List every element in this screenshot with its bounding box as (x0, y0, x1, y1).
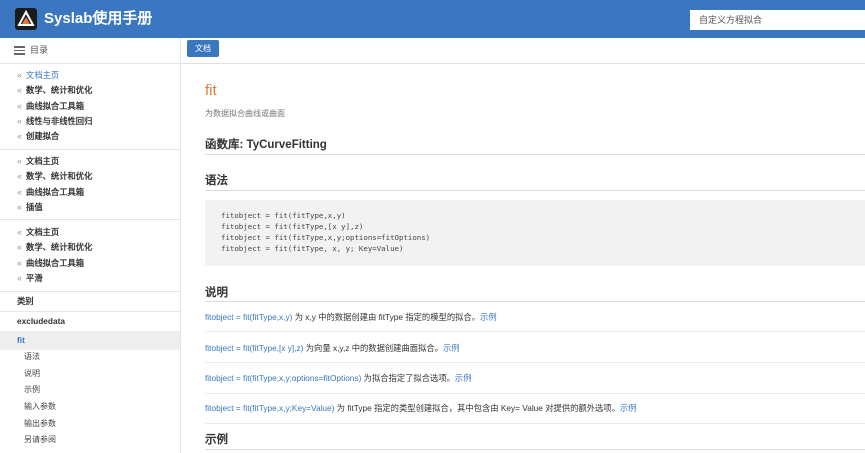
divider (205, 362, 865, 363)
double-chevron-left-icon: « (17, 272, 23, 283)
sidebar-subitem-syntax[interactable]: 语法 (24, 351, 40, 363)
breadcrumb-item[interactable]: «曲线拟合工具箱 (0, 185, 180, 200)
divider (0, 219, 180, 220)
sidebar-subitem-description[interactable]: 说明 (24, 368, 40, 380)
divider (205, 301, 865, 302)
breadcrumb-group-1: «文档主页 «数学、统计和优化 «曲线拟合工具箱 «线性与非线性回归 «创建拟合 (0, 68, 180, 144)
description-row: fitobject = fit(fitType,x,y;Key=Value) 为… (205, 402, 637, 414)
breadcrumb-item[interactable]: «曲线拟合工具箱 (0, 256, 180, 271)
example-link[interactable]: 示例 (455, 373, 472, 383)
double-chevron-left-icon: « (17, 85, 23, 96)
divider (205, 393, 865, 394)
syslab-logo-icon[interactable] (15, 8, 37, 30)
example-link[interactable]: 示例 (480, 312, 497, 322)
sidebar-item-category[interactable]: 类别 (0, 292, 180, 311)
toc-toggle[interactable]: 目录 (14, 44, 48, 57)
tab-docs[interactable]: 文档 (187, 40, 219, 57)
breadcrumb-item[interactable]: «数学、统计和优化 (0, 169, 180, 184)
page-title: fit (205, 82, 217, 99)
breadcrumb-item[interactable]: «数学、统计和优化 (0, 240, 180, 255)
code-line: fitobject = fit(fitType,[x y],z) (221, 222, 364, 231)
double-chevron-left-icon: « (17, 100, 23, 111)
divider (205, 331, 865, 332)
double-chevron-left-icon: « (17, 115, 23, 126)
divider (205, 423, 865, 424)
divider (0, 149, 180, 150)
syntax-code-block: fitobject = fit(fitType,x,y) fitobject =… (205, 200, 865, 266)
sidebar-subitem-examples[interactable]: 示例 (24, 384, 40, 396)
description-row: fitobject = fit(fitType,[x y],z) 为向量 x,y… (205, 342, 460, 354)
sidebar: 目录 «文档主页 «数学、统计和优化 «曲线拟合工具箱 «线性与非线性回归 «创… (0, 38, 181, 453)
main-content: 文档 fit 为数据拟合曲线或曲面 函数库: TyCurveFitting 语法… (181, 38, 865, 453)
breadcrumb-item[interactable]: «数学、统计和优化 (0, 83, 180, 98)
app-title[interactable]: Syslab使用手册 (44, 8, 152, 30)
breadcrumb-item[interactable]: «文档主页 (0, 154, 180, 169)
divider (205, 190, 865, 191)
double-chevron-left-icon: « (17, 201, 23, 212)
code-line: fitobject = fit(fitType,x,y;options=fitO… (221, 233, 431, 242)
breadcrumb-item[interactable]: «文档主页 (0, 225, 180, 240)
double-chevron-left-icon: « (17, 131, 23, 142)
double-chevron-left-icon: « (17, 227, 23, 237)
sidebar-item-excludedata[interactable]: excludedata (0, 312, 180, 331)
double-chevron-left-icon: « (17, 242, 23, 253)
double-chevron-left-icon: « (17, 257, 23, 268)
top-bar: Syslab使用手册 (0, 0, 865, 38)
syntax-link[interactable]: fitobject = fit(fitType,x,y;options=fitO… (205, 373, 361, 383)
description-row: fitobject = fit(fitType,x,y;options=fitO… (205, 372, 472, 384)
code-line: fitobject = fit(fitType, x, y; Key=Value… (221, 244, 404, 253)
syntax-link[interactable]: fitobject = fit(fitType,x,y;Key=Value) (205, 403, 334, 413)
page-subtitle: 为数据拟合曲线或曲面 (205, 109, 285, 118)
sidebar-item-fit[interactable]: fit (0, 331, 180, 350)
breadcrumb-group-2: «文档主页 «数学、统计和优化 «曲线拟合工具箱 «插值 (0, 154, 180, 215)
description-row: fitobject = fit(fitType,x,y) 为 x,y 中的数据创… (205, 311, 497, 323)
sidebar-subitem-see-also[interactable]: 另请参阅 (24, 434, 56, 446)
double-chevron-left-icon: « (17, 70, 23, 80)
description-text: 为向量 x,y,z 中的数据创建曲面拟合。 (303, 343, 443, 353)
syntax-heading: 语法 (205, 175, 228, 187)
description-text: 为 fitType 指定的类型创建拟合，其中包含由 Key= Value 对提供… (334, 403, 620, 413)
breadcrumb-item[interactable]: «平滑 (0, 271, 180, 286)
toc-label: 目录 (30, 45, 49, 55)
breadcrumb-item[interactable]: «创建拟合 (0, 129, 180, 144)
sidebar-subitem-input-args[interactable]: 输入参数 (24, 401, 56, 413)
example-link[interactable]: 示例 (620, 403, 637, 413)
divider (205, 154, 865, 155)
double-chevron-left-icon: « (17, 156, 23, 166)
syntax-link[interactable]: fitobject = fit(fitType,x,y) (205, 312, 292, 322)
library-heading: 函数库: TyCurveFitting (205, 139, 327, 151)
sidebar-subitem-output-args[interactable]: 输出参数 (24, 418, 56, 430)
tab-bar: 文档 (181, 38, 865, 64)
divider (0, 63, 180, 64)
description-text: 为拟合指定了拟合选项。 (361, 373, 455, 383)
menu-icon (14, 44, 25, 57)
double-chevron-left-icon: « (17, 186, 23, 197)
double-chevron-left-icon: « (17, 171, 23, 182)
breadcrumb-item[interactable]: «线性与非线性回归 (0, 114, 180, 129)
code-line: fitobject = fit(fitType,x,y) (221, 211, 346, 220)
description-text: 为 x,y 中的数据创建由 fitType 指定的模型的拟合。 (292, 312, 481, 322)
description-heading: 说明 (205, 287, 228, 299)
syntax-link[interactable]: fitobject = fit(fitType,[x y],z) (205, 343, 303, 353)
divider (205, 449, 865, 450)
breadcrumb-group-3: «文档主页 «数学、统计和优化 «曲线拟合工具箱 «平滑 (0, 225, 180, 286)
examples-heading: 示例 (205, 434, 228, 446)
example-link[interactable]: 示例 (443, 343, 460, 353)
search-input[interactable] (690, 10, 865, 30)
breadcrumb-item[interactable]: «插值 (0, 200, 180, 215)
breadcrumb-item[interactable]: «曲线拟合工具箱 (0, 99, 180, 114)
breadcrumb-item[interactable]: «文档主页 (0, 68, 180, 83)
